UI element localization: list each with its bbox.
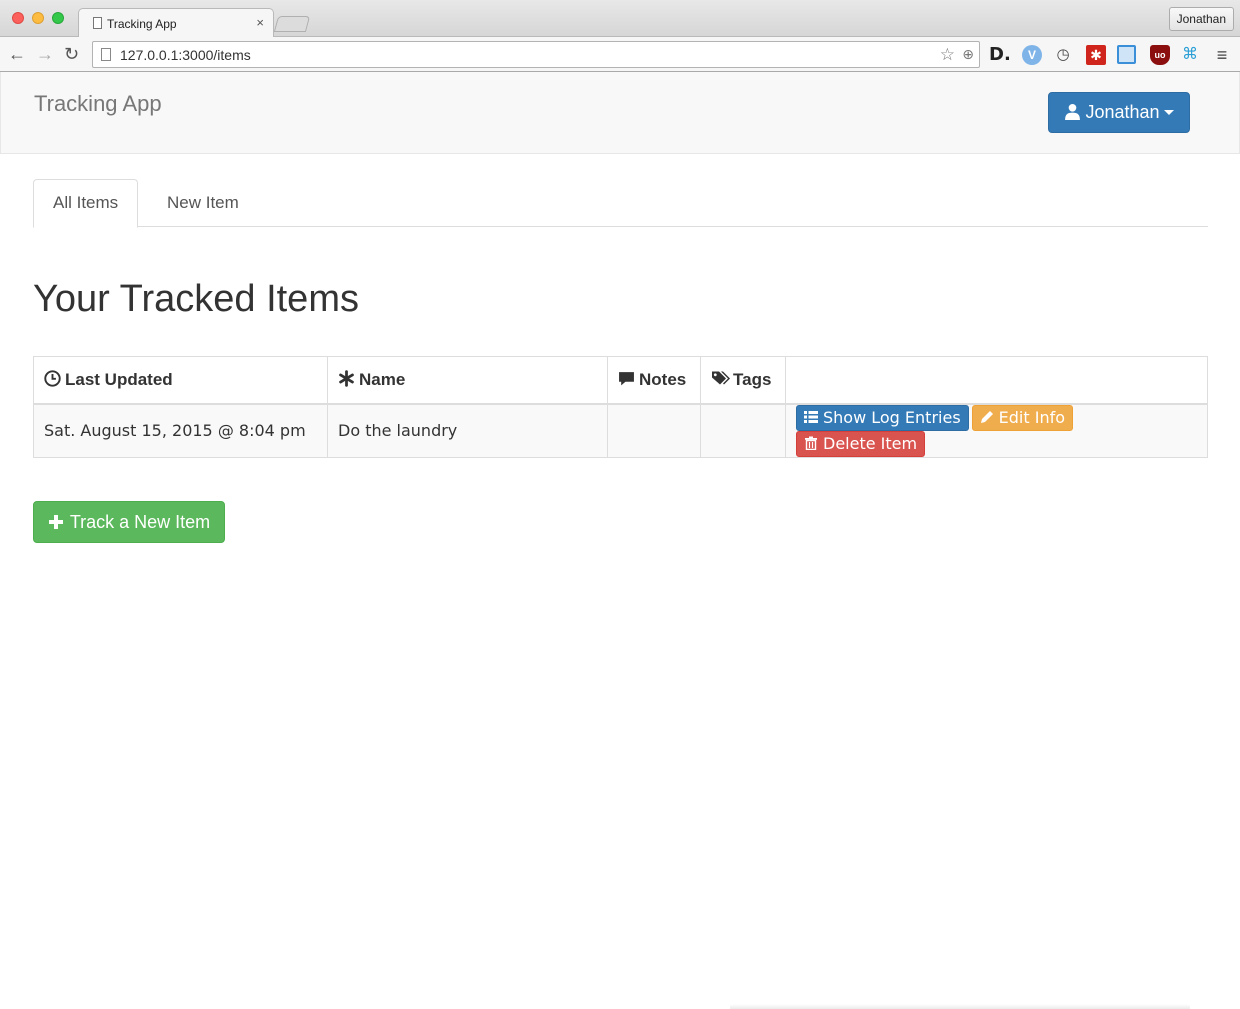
page-icon (93, 17, 102, 29)
app-navbar: Tracking App Jonathan (0, 72, 1240, 154)
address-bar[interactable]: 127.0.0.1:3000/items ☆ ⊕ (92, 41, 980, 68)
tab-new-item[interactable]: New Item (148, 179, 258, 227)
app-brand[interactable]: Tracking App (34, 91, 162, 117)
header-label: Last Updated (65, 369, 173, 389)
tab-close-icon[interactable]: × (256, 15, 264, 30)
cell-notes (607, 403, 701, 458)
extension-shield-icon[interactable]: uo (1150, 45, 1170, 65)
user-icon (1065, 103, 1081, 120)
browser-toolbar: ← → ↻ 127.0.0.1:3000/items ☆ ⊕ D. V ◷ ✱ … (0, 37, 1240, 72)
edit-info-button[interactable]: Edit Info (971, 404, 1074, 431)
button-label: Delete Item (823, 433, 918, 453)
pencil-icon (980, 410, 993, 423)
back-arrow-icon[interactable]: ← (8, 42, 26, 66)
header-label: Notes (639, 369, 687, 389)
zoom-icon[interactable]: ⊕ (962, 42, 974, 67)
cell-last-updated: Sat. August 15, 2015 @ 8:04 pm (33, 403, 328, 458)
asterisk-icon (339, 369, 354, 387)
browser-tab[interactable]: Tracking App × (78, 8, 274, 38)
trash-icon (805, 436, 817, 450)
table-header-row: Last Updated Name Notes Tags (33, 356, 1208, 405)
header-name: Name (327, 356, 608, 405)
forward-arrow-icon[interactable]: → (36, 42, 54, 66)
item-tabs: All Items New Item (33, 179, 1208, 228)
page-icon (101, 48, 111, 61)
list-icon (804, 410, 818, 423)
zoom-window-button[interactable] (52, 12, 64, 24)
close-window-button[interactable] (12, 12, 24, 24)
button-label: Show Log Entries (823, 407, 961, 427)
extension-window-icon[interactable] (1117, 45, 1136, 64)
new-tab-button[interactable] (273, 16, 311, 32)
clock-icon (44, 370, 61, 387)
url-text[interactable]: 127.0.0.1:3000/items (120, 43, 251, 68)
reload-icon[interactable]: ↻ (64, 42, 79, 66)
extension-asterisk-icon[interactable]: ✱ (1086, 45, 1106, 65)
button-label: Edit Info (998, 407, 1066, 427)
page-title: Your Tracked Items (33, 278, 359, 320)
header-label: Name (359, 369, 406, 389)
track-new-item-button[interactable]: Track a New Item (33, 501, 225, 543)
cell-tags (700, 403, 786, 458)
extension-network-icon[interactable]: ⌘ (1180, 45, 1200, 65)
cell-actions: Show Log Entries Edit Info Delete Item (785, 403, 1208, 458)
show-log-entries-button[interactable]: Show Log Entries (796, 404, 969, 431)
profile-button[interactable]: Jonathan (1168, 7, 1234, 31)
items-table: Last Updated Name Notes Tags Sat. August… (33, 356, 1208, 458)
header-notes: Notes (607, 356, 701, 405)
extension-d-icon[interactable]: D. (989, 45, 1011, 65)
header-last-updated: Last Updated (33, 356, 328, 405)
bottom-shadow (730, 1004, 1190, 1009)
extension-clock-icon[interactable]: ◷ (1053, 45, 1073, 65)
tags-icon (712, 371, 730, 385)
header-tags: Tags (700, 356, 786, 405)
delete-item-button[interactable]: Delete Item (796, 430, 926, 457)
browser-tab-strip: Tracking App × Jonathan (0, 0, 1240, 38)
bookmark-star-icon[interactable]: ☆ (940, 42, 955, 67)
cell-name: Do the laundry (327, 403, 608, 458)
user-name: Jonathan (1085, 102, 1160, 122)
comment-icon (619, 371, 634, 386)
header-actions (785, 356, 1208, 405)
table-row: Sat. August 15, 2015 @ 8:04 pm Do the la… (33, 403, 1208, 458)
minimize-window-button[interactable] (32, 12, 44, 24)
browser-menu-icon[interactable]: ≡ (1212, 45, 1232, 65)
tab-all-items[interactable]: All Items (33, 179, 139, 228)
button-label: Track a New Item (69, 512, 211, 532)
plus-icon (48, 515, 63, 529)
user-menu-button[interactable]: Jonathan (1048, 92, 1190, 133)
chevron-down-icon (1163, 110, 1174, 115)
header-label: Tags (733, 369, 772, 389)
tab-title: Tracking App (107, 17, 177, 31)
extension-v-icon[interactable]: V (1022, 45, 1042, 65)
